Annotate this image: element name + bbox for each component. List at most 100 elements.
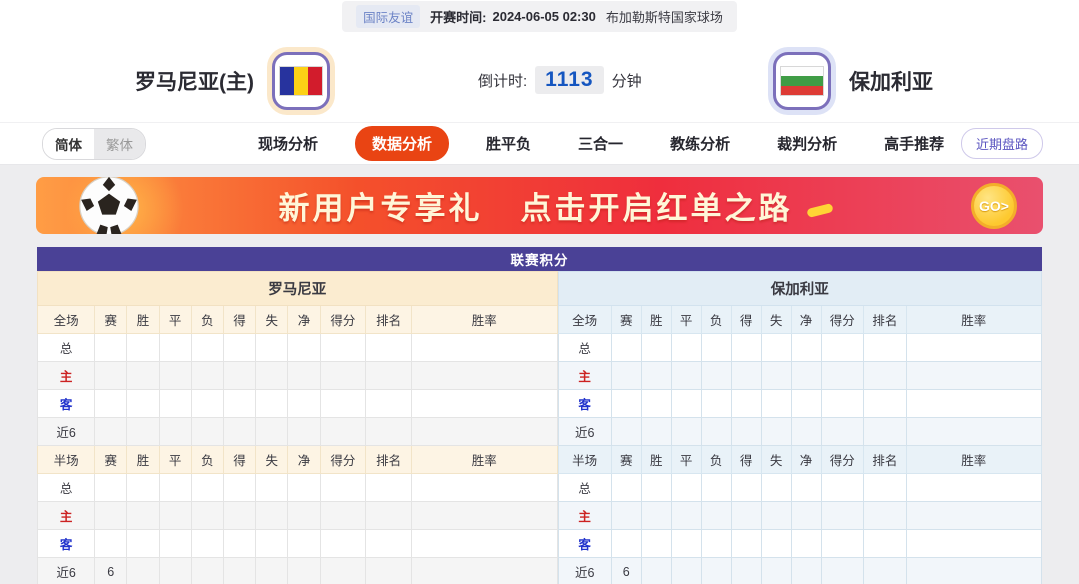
stat-cell <box>255 473 289 502</box>
row-label-recent: 近6 <box>557 417 612 446</box>
stat-cell <box>670 389 702 418</box>
column-header: 得 <box>222 305 257 334</box>
stat-cell <box>730 529 762 558</box>
away-team-name: 保加利亚 <box>849 71 933 94</box>
stat-cell <box>760 501 792 530</box>
stat-cell <box>863 501 907 530</box>
stat-cell <box>905 557 1042 584</box>
stat-cell <box>94 333 128 362</box>
stat-cell <box>790 557 822 584</box>
row-label-home: 主 <box>36 361 96 390</box>
stat-cell <box>700 557 732 584</box>
stat-cell <box>411 529 558 558</box>
stat-cell <box>670 557 702 584</box>
column-header: 赛 <box>610 445 642 474</box>
tab-referee-analysis[interactable]: 裁判分析 <box>767 127 847 160</box>
stat-cell <box>700 529 732 558</box>
stat-cell <box>158 473 192 502</box>
stat-cell <box>640 389 672 418</box>
column-header: 负 <box>700 445 732 474</box>
table-row: 客 <box>557 529 1042 558</box>
stat-cell <box>126 389 160 418</box>
stat-cell <box>255 333 289 362</box>
column-header: 赛 <box>94 305 128 334</box>
row-label-away: 客 <box>557 389 612 418</box>
table-row: 客 <box>36 529 558 558</box>
stat-cell <box>760 417 792 446</box>
stat-cell <box>255 417 289 446</box>
promo-banner[interactable]: 新用户专享礼 点击开启红单之路 GO> <box>36 177 1043 234</box>
stat-cell <box>905 389 1042 418</box>
tab-live-analysis[interactable]: 现场分析 <box>248 127 328 160</box>
stat-cell <box>905 417 1042 446</box>
stat-cell <box>905 333 1042 362</box>
stats-team-name: 罗马尼亚 <box>37 271 558 306</box>
stat-cell <box>126 501 160 530</box>
stat-cell <box>222 473 257 502</box>
stat-cell <box>670 333 702 362</box>
league-badge: 国际友谊 <box>356 4 421 28</box>
stat-cell <box>670 501 702 530</box>
table-row: 主 <box>557 501 1042 530</box>
column-header: 胜率 <box>411 445 558 474</box>
stat-cell <box>610 529 642 558</box>
match-header: 罗马尼亚(主) 倒计时: 1113 分钟 保加利亚 <box>0 32 1079 122</box>
stat-cell <box>190 473 224 502</box>
column-header: 排名 <box>365 445 412 474</box>
go-button[interactable]: GO> <box>971 182 1017 229</box>
column-header: 胜 <box>126 305 160 334</box>
language-toggle[interactable]: 简体 繁体 <box>42 127 146 160</box>
row-label-total: 总 <box>557 333 612 362</box>
column-header: 平 <box>670 305 702 334</box>
lang-traditional[interactable]: 繁体 <box>94 128 145 159</box>
stat-cell <box>94 389 128 418</box>
stat-cell <box>365 529 412 558</box>
lang-simplified[interactable]: 简体 <box>43 128 94 159</box>
home-team-block: 罗马尼亚(主) <box>135 52 330 110</box>
stat-cell <box>365 333 412 362</box>
stat-cell <box>411 417 558 446</box>
column-header: 得 <box>730 445 762 474</box>
column-header: 失 <box>760 305 792 334</box>
tab-three-in-one[interactable]: 三合一 <box>568 127 633 160</box>
stat-cell <box>610 473 642 502</box>
tab-data-analysis[interactable]: 数据分析 <box>355 126 450 161</box>
column-header: 净 <box>790 305 822 334</box>
tab-expert-picks[interactable]: 高手推荐 <box>874 127 954 160</box>
stat-cell <box>670 361 702 390</box>
stat-cell <box>820 529 865 558</box>
column-header: 平 <box>670 445 702 474</box>
stat-cell <box>640 529 672 558</box>
table-row: 近6 6 <box>557 557 1042 584</box>
table-row: 客 <box>557 389 1042 418</box>
stat-cell <box>222 333 257 362</box>
stat-cell <box>610 389 642 418</box>
stat-cell <box>94 529 128 558</box>
stat-cell <box>222 417 257 446</box>
stat-cell <box>158 389 192 418</box>
stat-cell <box>790 389 822 418</box>
column-header: 排名 <box>863 305 907 334</box>
tab-win-draw-loss[interactable]: 胜平负 <box>476 127 541 160</box>
column-header: 得分 <box>820 445 865 474</box>
stat-cell <box>158 417 192 446</box>
stat-cell <box>700 417 732 446</box>
tab-coach-analysis[interactable]: 教练分析 <box>660 127 740 160</box>
league-points-table: 联赛积分 罗马尼亚 全场赛胜平负得失净得分 排名 胜率总主客近6 半场赛胜平负得失净得分… <box>36 247 1042 584</box>
recent-trends-button[interactable]: 近期盘路 <box>960 128 1043 159</box>
stat-cell <box>610 501 642 530</box>
stat-cell <box>700 389 732 418</box>
stat-cell <box>287 473 321 502</box>
column-header: 全场 <box>557 305 612 334</box>
stat-cell <box>255 389 289 418</box>
stat-cell <box>158 557 192 584</box>
stat-cell <box>255 501 289 530</box>
stat-cell <box>640 501 672 530</box>
column-header: 半场 <box>557 445 612 474</box>
row-label-recent: 近6 <box>36 417 96 446</box>
stat-cell <box>158 361 192 390</box>
column-header: 排名 <box>863 445 907 474</box>
table-row: 近6 <box>36 417 558 446</box>
column-header: 净 <box>287 305 321 334</box>
column-header: 胜 <box>126 445 160 474</box>
